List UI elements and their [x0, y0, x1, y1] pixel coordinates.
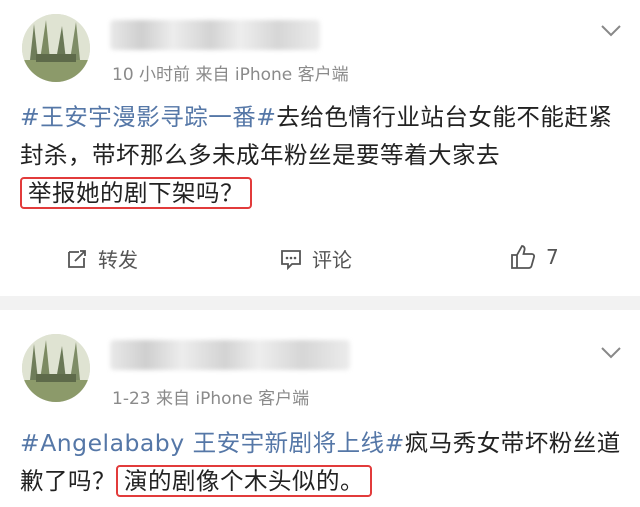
hashtag-link[interactable]: #王安宇漫影寻踪一番# — [20, 103, 276, 131]
weibo-post-1: 10 小时前 来自 iPhone 客户端 #王安宇漫影寻踪一番#去给色情行业站台… — [0, 0, 640, 296]
weibo-post-2: 1-23 来自 iPhone 客户端 #Angelababy 王安宇新剧将上线#… — [0, 310, 640, 507]
comment-label: 评论 — [312, 248, 352, 272]
repost-button[interactable]: 转发 — [66, 244, 138, 273]
post-body: #王安宇漫影寻踪一番#去给色情行业站台女能不能赶紧封杀，带坏那么多未成年粉丝是要… — [20, 98, 625, 212]
highlighted-text: 举报她的剧下架吗？ — [20, 177, 252, 209]
avatar[interactable] — [22, 334, 90, 402]
highlighted-text: 演的剧像个木头似的。 — [116, 465, 372, 497]
post-divider — [0, 296, 640, 310]
repost-icon — [68, 249, 86, 268]
thumbs-up-icon — [511, 245, 536, 269]
comment-button[interactable]: 评论 — [280, 244, 352, 273]
username-blurred[interactable] — [110, 340, 350, 370]
post-time-source: 10 小时前 来自 iPhone 客户端 — [112, 65, 349, 85]
comment-icon — [281, 249, 301, 270]
username-blurred[interactable] — [110, 20, 320, 50]
avatar[interactable] — [22, 14, 90, 82]
post-time-source: 1-23 来自 iPhone 客户端 — [112, 389, 310, 409]
like-button[interactable]: 7 — [510, 244, 559, 270]
chevron-down-icon[interactable] — [600, 346, 622, 360]
hashtag-link[interactable]: #Angelababy 王安宇新剧将上线# — [20, 429, 405, 457]
like-count: 7 — [546, 245, 559, 269]
post-body: #Angelababy 王安宇新剧将上线#疯马秀女带坏粉丝道歉了吗？ 演的剧像个木… — [20, 424, 625, 500]
post-actions: 转发 评论 7 — [0, 244, 640, 284]
chevron-down-icon[interactable] — [600, 24, 622, 38]
repost-label: 转发 — [98, 248, 138, 272]
